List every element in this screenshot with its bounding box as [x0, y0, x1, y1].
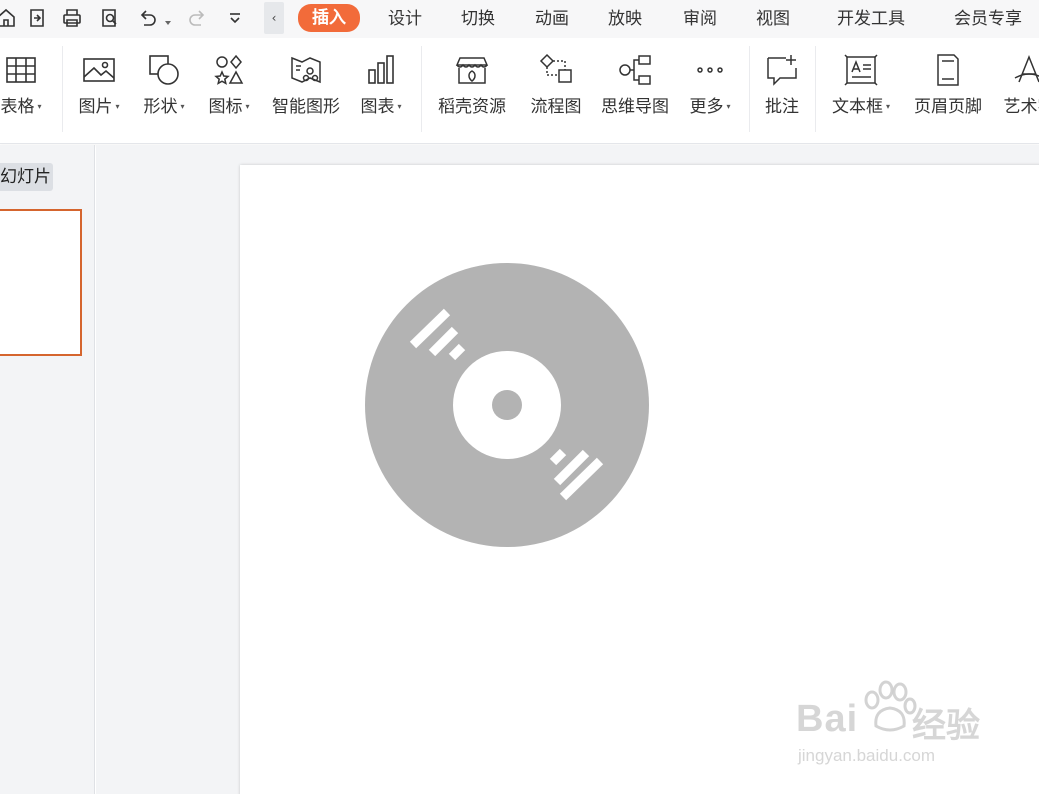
- wordart-label: 艺术字: [1003, 97, 1039, 117]
- smart-graphic-label: 智能图形: [272, 97, 340, 117]
- table-icon: [1, 50, 41, 90]
- chart-dropdown-icon: ▾: [397, 102, 402, 111]
- mindmap-button[interactable]: 思维导图: [598, 50, 672, 124]
- icon-label: 图标: [208, 97, 243, 117]
- mindmap-icon: [615, 50, 655, 90]
- table-dropdown-icon: ▾: [37, 102, 42, 111]
- slide-thumbnail[interactable]: [0, 209, 82, 356]
- textbox-label: 文本框: [831, 97, 883, 117]
- watermark-url: jingyan.baidu.com: [798, 746, 936, 765]
- shape-label: 形状: [143, 97, 178, 117]
- tab-view[interactable]: 视图: [756, 6, 790, 32]
- table-label: 表格: [0, 97, 35, 117]
- ribbon-separator: [62, 46, 63, 132]
- tab-developer-tools[interactable]: 开发工具: [837, 6, 905, 32]
- collapse-ribbon-button[interactable]: ‹: [264, 2, 284, 34]
- tab-slides[interactable]: 幻灯片: [0, 163, 53, 191]
- export-icon[interactable]: [23, 4, 51, 32]
- tab-animations[interactable]: 动画: [535, 6, 569, 32]
- watermark-brand: Bai: [796, 698, 859, 740]
- chart-icon: [361, 50, 401, 90]
- picture-label: 图片: [78, 97, 113, 117]
- top-menu-bar: ‹ 插入 设计 切换 动画 放映 审阅 视图 开发工具 会员专享: [0, 0, 1039, 38]
- icon-library-icon: [209, 50, 249, 90]
- textbox-dropdown-icon: ▾: [885, 102, 890, 111]
- tab-slideshow[interactable]: 放映: [608, 6, 642, 32]
- tab-review[interactable]: 审阅: [683, 6, 717, 32]
- header-footer-icon: [928, 50, 968, 90]
- store-icon: [452, 50, 492, 90]
- wordart-button[interactable]: 艺术字: [998, 50, 1039, 124]
- undo-icon[interactable]: [133, 4, 161, 32]
- more-button[interactable]: 更多 ▾: [683, 50, 737, 124]
- flowchart-icon: [536, 50, 576, 90]
- customize-quick-access-icon[interactable]: [221, 4, 249, 32]
- shape-dropdown-icon: ▾: [180, 102, 185, 111]
- flowchart-button[interactable]: 流程图: [526, 50, 586, 124]
- more-icon: [690, 50, 730, 90]
- insert-ribbon: 表格 ▾ 图片 ▾ 形状 ▾ 图标 ▾ 智能图形 图表 ▾ 稻壳资源 流程图 思…: [0, 38, 1039, 144]
- docer-resources-label: 稻壳资源: [438, 97, 506, 117]
- icon-button[interactable]: 图标 ▾: [202, 50, 256, 124]
- more-label: 更多: [689, 97, 724, 117]
- comment-icon: [762, 50, 802, 90]
- wps-presentation-window: ‹ 插入 设计 切换 动画 放映 审阅 视图 开发工具 会员专享 表格 ▾ 图片 ▾: [0, 0, 1039, 794]
- header-footer-button[interactable]: 页眉页脚: [910, 50, 986, 124]
- textbox-icon: [841, 50, 881, 90]
- textbox-button[interactable]: 文本框 ▾: [826, 50, 896, 124]
- icon-dropdown-icon: ▾: [245, 102, 250, 111]
- header-footer-label: 页眉页脚: [914, 97, 982, 117]
- ribbon-separator: [749, 46, 750, 132]
- baidu-jingyan-watermark: Bai 经验 jingyan.baidu.com: [796, 676, 996, 776]
- undo-dropdown-icon[interactable]: [164, 12, 172, 25]
- print-icon[interactable]: [58, 4, 86, 32]
- tab-design[interactable]: 设计: [388, 6, 422, 32]
- redo-icon[interactable]: [184, 4, 212, 32]
- smart-graphic-icon: [286, 50, 326, 90]
- ribbon-separator: [815, 46, 816, 132]
- tab-transitions[interactable]: 切换: [461, 6, 495, 32]
- wordart-icon: [1009, 50, 1039, 90]
- comment-button[interactable]: 批注: [758, 50, 806, 124]
- shape-icon: [144, 50, 184, 90]
- shape-button[interactable]: 形状 ▾: [137, 50, 191, 124]
- picture-button[interactable]: 图片 ▾: [72, 50, 126, 124]
- chart-label: 图表: [360, 97, 395, 117]
- print-preview-icon[interactable]: [96, 4, 124, 32]
- ribbon-separator: [421, 46, 422, 132]
- tab-member-exclusive[interactable]: 会员专享: [954, 6, 1022, 32]
- watermark-brand-suffix: 经验: [912, 707, 980, 745]
- flowchart-label: 流程图: [530, 97, 582, 117]
- table-button[interactable]: 表格 ▾: [0, 50, 48, 124]
- picture-dropdown-icon: ▾: [115, 102, 120, 111]
- chart-button[interactable]: 图表 ▾: [354, 50, 408, 124]
- tab-insert[interactable]: 插入: [298, 4, 360, 32]
- docer-resources-button[interactable]: 稻壳资源: [432, 50, 512, 124]
- picture-icon: [79, 50, 119, 90]
- home-icon[interactable]: [0, 4, 20, 32]
- paw-icon: [864, 680, 917, 732]
- slides-panel: 幻灯片: [0, 145, 95, 794]
- disc-icon[interactable]: [364, 262, 650, 548]
- mindmap-label: 思维导图: [601, 97, 669, 117]
- more-dropdown-icon: ▾: [726, 102, 731, 111]
- smart-graphic-button[interactable]: 智能图形: [268, 50, 344, 124]
- comment-label: 批注: [765, 97, 799, 117]
